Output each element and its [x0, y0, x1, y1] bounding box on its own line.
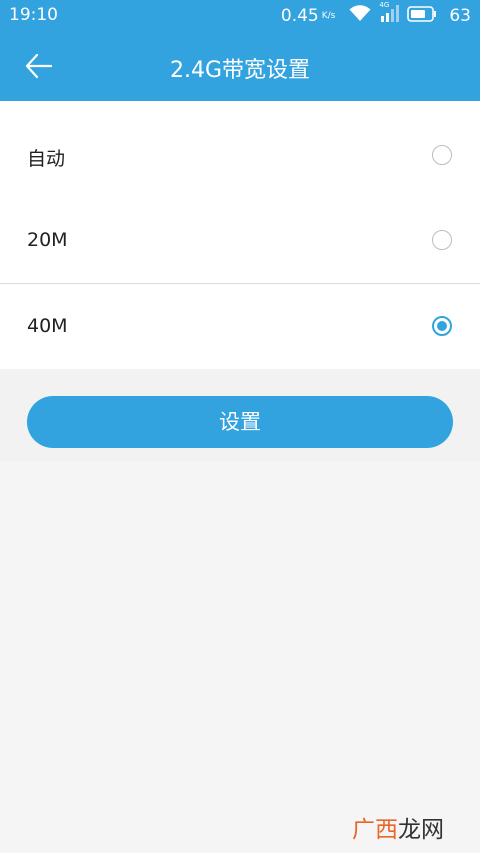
page-title: 2.4G带宽设置 [169, 58, 311, 83]
status-bar: 19:10 0.45 K/s 4G 63 [0, 0, 480, 30]
network-speed: 0.45 [280, 6, 319, 26]
radio-button-selected[interactable] [432, 316, 452, 336]
set-button[interactable]: 设置 [27, 396, 453, 448]
radio-button[interactable] [432, 145, 452, 165]
option-label: 20M [27, 229, 68, 251]
option-auto[interactable]: 自动 [0, 113, 480, 199]
battery-level: 63 [449, 6, 471, 26]
option-40m[interactable]: 40M [0, 284, 480, 370]
watermark-part2: 龙网 [398, 817, 444, 843]
option-label: 40M [27, 315, 68, 337]
wifi-icon [349, 5, 371, 27]
radio-button[interactable] [432, 230, 452, 250]
bandwidth-option-list: 自动 20M 40M [0, 101, 480, 369]
network-type: 4G [379, 1, 390, 9]
status-right: 0.45 K/s 4G 63 [280, 1, 471, 27]
button-area: 设置 [0, 369, 480, 461]
watermark-logo: 广西龙网 [352, 810, 444, 844]
watermark-part1: 广西 [352, 817, 398, 843]
option-label: 自动 [27, 148, 66, 170]
network-speed-unit: K/s [321, 11, 336, 21]
option-20m[interactable]: 20M [0, 198, 480, 284]
status-time: 19:10 [9, 5, 58, 25]
app-bar: 2.4G带宽设置 [0, 30, 480, 101]
battery-icon [407, 5, 437, 27]
signal-icon: 4G [379, 1, 400, 27]
